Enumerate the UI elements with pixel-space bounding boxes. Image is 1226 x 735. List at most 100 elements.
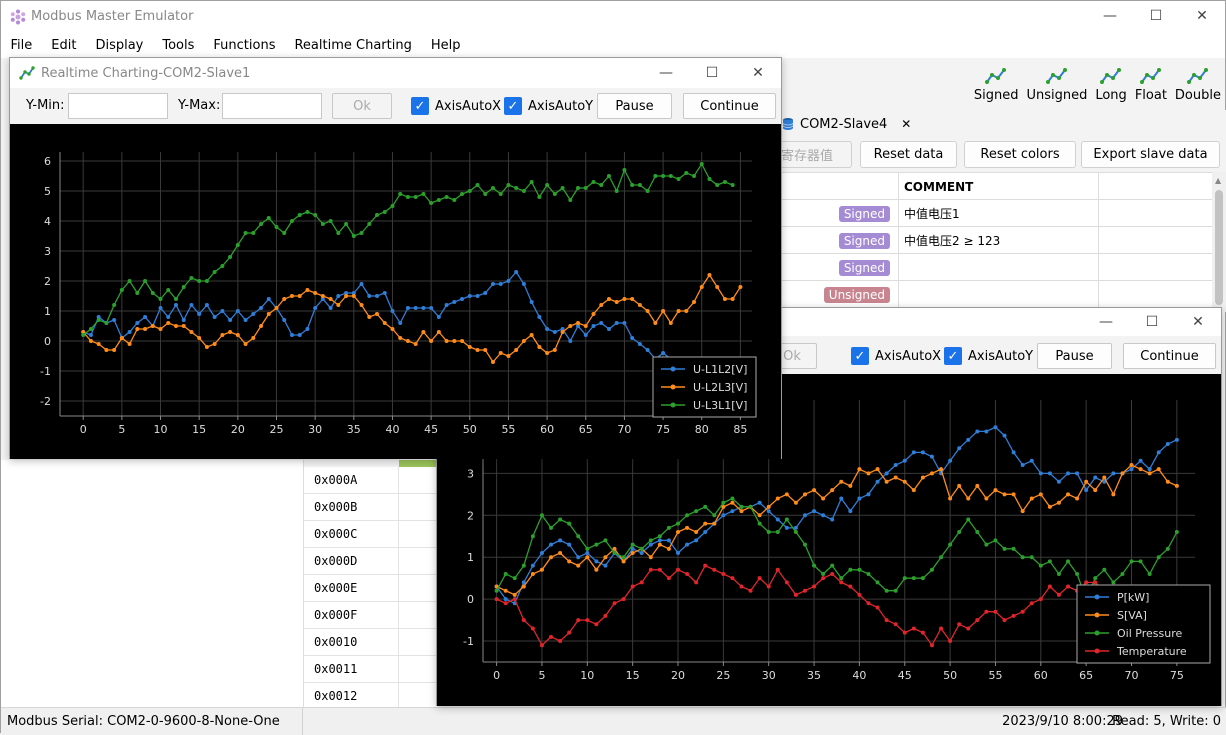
data-point bbox=[957, 483, 962, 488]
axis-auto-y-checkbox[interactable]: ✓ AxisAutoY bbox=[944, 347, 1033, 365]
minimize-button[interactable]: — bbox=[1083, 308, 1129, 336]
axis-auto-x-checkbox[interactable]: ✓ AxisAutoX bbox=[411, 97, 501, 115]
type-badge[interactable]: Signed bbox=[838, 232, 890, 249]
data-point bbox=[821, 571, 826, 576]
unsigned-button[interactable]: Unsigned bbox=[1022, 58, 1091, 110]
data-point bbox=[545, 183, 550, 187]
pause-button[interactable]: Pause bbox=[1037, 343, 1112, 369]
scroll-thumb[interactable] bbox=[1215, 190, 1223, 305]
data-point bbox=[135, 327, 140, 331]
maximize-button[interactable]: ☐ bbox=[1133, 1, 1179, 31]
data-point bbox=[699, 285, 704, 289]
minimize-button[interactable]: — bbox=[643, 58, 689, 88]
data-point bbox=[289, 294, 294, 298]
data-point bbox=[530, 534, 535, 539]
type-cell[interactable]: Signed bbox=[782, 200, 899, 227]
address-label: 0x000A bbox=[314, 473, 358, 487]
grid-row[interactable]: Signed 中值电压1 bbox=[782, 200, 1212, 227]
tab-close-icon[interactable]: ✕ bbox=[901, 117, 911, 131]
address-row[interactable]: 0x000C bbox=[304, 521, 438, 548]
data-point bbox=[498, 282, 503, 286]
maximize-button[interactable]: ☐ bbox=[1129, 308, 1175, 336]
type-cell[interactable]: Signed bbox=[782, 227, 899, 254]
type-badge[interactable]: Signed bbox=[838, 205, 890, 222]
menu-edit[interactable]: Edit bbox=[42, 38, 86, 53]
address-row[interactable]: 0x0011 bbox=[304, 656, 438, 683]
tab-com2-slave4[interactable]: COM2-Slave4 ✕ bbox=[782, 117, 911, 132]
type-badge[interactable]: Unsigned bbox=[823, 286, 890, 303]
menu-functions[interactable]: Functions bbox=[204, 38, 285, 53]
data-point bbox=[251, 312, 256, 316]
continue-button[interactable]: Continue bbox=[1123, 343, 1216, 369]
minimize-button[interactable]: — bbox=[1087, 1, 1133, 31]
comment-cell[interactable]: 中值电压2 ≥ 123 bbox=[899, 227, 1099, 254]
address-row[interactable]: 0x0010 bbox=[304, 629, 438, 656]
data-point bbox=[657, 567, 662, 572]
data-point bbox=[1020, 509, 1025, 514]
continue-button[interactable]: Continue bbox=[683, 93, 776, 119]
grid-row[interactable]: Signed 中值电压2 ≥ 123 bbox=[782, 227, 1212, 254]
menu-realtime-charting[interactable]: Realtime Charting bbox=[285, 38, 421, 53]
double-button[interactable]: Double bbox=[1171, 58, 1225, 110]
menu-tools[interactable]: Tools bbox=[153, 38, 204, 53]
y-min-input[interactable] bbox=[68, 93, 168, 119]
y-max-input[interactable] bbox=[222, 93, 322, 119]
data-point bbox=[127, 342, 132, 346]
type-badge[interactable]: Signed bbox=[838, 259, 890, 276]
data-point bbox=[305, 327, 310, 331]
data-point bbox=[460, 297, 465, 301]
maximize-button[interactable]: ☐ bbox=[689, 58, 735, 88]
reset-data-button[interactable]: Reset data bbox=[860, 141, 957, 168]
data-point bbox=[948, 639, 953, 644]
address-row[interactable]: 0x000A bbox=[304, 467, 438, 494]
close-button[interactable]: ✕ bbox=[735, 58, 781, 88]
grid-scrollbar[interactable]: ▲ bbox=[1212, 172, 1226, 312]
scroll-up-icon[interactable]: ▲ bbox=[1215, 176, 1221, 185]
comment-cell[interactable]: 中值电压1 bbox=[899, 200, 1099, 227]
data-point bbox=[289, 219, 294, 223]
close-button[interactable]: ✕ bbox=[1175, 308, 1221, 336]
data-point bbox=[529, 300, 534, 304]
address-row[interactable]: 0x000F bbox=[304, 602, 438, 629]
axis-auto-x-checkbox[interactable]: ✓ AxisAutoX bbox=[851, 347, 941, 365]
data-point bbox=[857, 567, 862, 572]
close-button[interactable]: ✕ bbox=[1179, 1, 1225, 31]
data-point bbox=[612, 551, 617, 556]
type-cell[interactable]: Signed bbox=[782, 254, 899, 281]
data-point bbox=[189, 276, 194, 280]
export-slave-data-button[interactable]: Export slave data bbox=[1081, 141, 1220, 168]
ok-button[interactable]: Ok bbox=[332, 93, 392, 119]
data-point bbox=[902, 630, 907, 635]
signed-button[interactable]: Signed bbox=[970, 58, 1023, 110]
axis-auto-y-checkbox[interactable]: ✓ AxisAutoY bbox=[504, 97, 593, 115]
data-point bbox=[939, 555, 944, 560]
data-point bbox=[1093, 580, 1098, 585]
type-cell[interactable]: Unsigned bbox=[782, 281, 899, 308]
menu-help[interactable]: Help bbox=[421, 38, 470, 53]
chart-plot-1[interactable]: 0 5 10 15 20 25 30 35 40 45 50 55 60 65 70 75 80 85 -2 -1 0 1… bbox=[10, 124, 781, 459]
comment-cell[interactable] bbox=[899, 254, 1099, 281]
long-button[interactable]: Long bbox=[1091, 58, 1130, 110]
address-row[interactable]: 0x000D bbox=[304, 548, 438, 575]
reset-colors-button[interactable]: Reset colors bbox=[964, 141, 1076, 168]
address-row[interactable]: 0x0012 bbox=[304, 683, 438, 710]
address-row[interactable]: 0x000B bbox=[304, 494, 438, 521]
data-point bbox=[549, 555, 554, 560]
data-point bbox=[452, 339, 457, 343]
y-tick-label: 1 bbox=[44, 305, 51, 318]
menu-file[interactable]: File bbox=[1, 38, 42, 53]
pause-button[interactable]: Pause bbox=[597, 93, 672, 119]
data-point bbox=[127, 279, 132, 283]
data-point bbox=[444, 303, 449, 307]
data-point bbox=[181, 318, 186, 322]
data-point bbox=[567, 521, 572, 526]
comment-header[interactable]: COMMENT bbox=[899, 173, 1099, 200]
float-button[interactable]: Float bbox=[1131, 58, 1171, 110]
comment-cell[interactable] bbox=[899, 281, 1099, 308]
menu-display[interactable]: Display bbox=[86, 38, 153, 53]
address-row[interactable]: 0x000E bbox=[304, 575, 438, 602]
grid-row[interactable]: Unsigned bbox=[782, 281, 1212, 308]
grid-row[interactable]: Signed bbox=[782, 254, 1212, 281]
data-point bbox=[297, 294, 302, 298]
column-divider bbox=[398, 548, 399, 575]
